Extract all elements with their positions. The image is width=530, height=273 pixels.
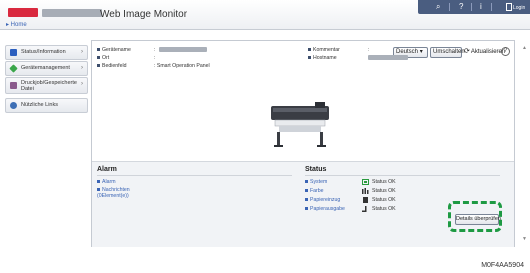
links-icon bbox=[10, 102, 17, 109]
refresh-icon: ⟳ bbox=[464, 48, 470, 55]
device-name-label: Gerätename bbox=[97, 47, 131, 53]
search-icon[interactable]: ⌕ bbox=[436, 1, 440, 13]
chevron-right-icon: › bbox=[81, 81, 83, 87]
paper-output-icon bbox=[362, 206, 367, 212]
messages-link[interactable]: Nachrichten (0Element(e)) bbox=[97, 187, 152, 199]
scroll-down-arrow-icon[interactable]: ▼ bbox=[522, 236, 527, 242]
login-icon bbox=[506, 2, 512, 11]
sidebar-item-label: Druckjob/Gespeicherte Datei bbox=[21, 80, 77, 92]
login-label: Login bbox=[513, 5, 526, 11]
top-toolbar: ⌕ ? i Login bbox=[418, 0, 530, 14]
sidebar-item-device-management[interactable]: Gerätemanagement › bbox=[5, 61, 88, 76]
device-name-separator: : bbox=[154, 47, 156, 53]
chevron-right-icon: › bbox=[81, 49, 83, 55]
bullet-icon bbox=[305, 189, 308, 193]
toolbar-divider bbox=[491, 3, 492, 11]
system-status-icon bbox=[362, 179, 369, 185]
status-row-color[interactable]: Farbe bbox=[305, 188, 324, 194]
brand-mark bbox=[8, 8, 38, 17]
status-title-underline bbox=[305, 175, 500, 176]
info-icon bbox=[10, 49, 17, 56]
bullet-icon bbox=[305, 198, 308, 202]
alarm-link[interactable]: Alarm bbox=[97, 179, 116, 185]
comment-value: : bbox=[368, 47, 370, 53]
highlight-callout bbox=[448, 201, 502, 232]
app-title: Web Image Monitor bbox=[100, 9, 188, 20]
sidebar: Status/Information › Gerätemanagement › … bbox=[5, 45, 88, 114]
toolbar-divider bbox=[449, 3, 450, 11]
bullet-icon bbox=[97, 64, 100, 68]
alarm-title: Alarm bbox=[97, 166, 117, 173]
comment-label: Kommentar bbox=[308, 47, 340, 53]
breadcrumb-home[interactable]: ▸ Home bbox=[6, 21, 27, 28]
panel-value: : Smart Operation Panel bbox=[154, 63, 210, 69]
refresh-button[interactable]: ⟳Aktualisieren bbox=[464, 47, 505, 58]
status-row-paper-output[interactable]: Papierausgabe bbox=[305, 206, 345, 212]
bullet-icon bbox=[305, 207, 308, 211]
bullet-icon bbox=[97, 48, 100, 52]
help-icon[interactable]: ? bbox=[501, 47, 510, 56]
status-system-value: Status OK bbox=[372, 179, 396, 185]
bullet-icon bbox=[97, 56, 100, 60]
panel-label: Bedienfeld bbox=[97, 63, 127, 69]
sidebar-item-label: Gerätemanagement bbox=[21, 65, 70, 71]
figure-code: M0F4AA5904 bbox=[481, 262, 524, 269]
sidebar-item-label: Nützliche Links bbox=[21, 102, 58, 108]
brand-model-text bbox=[42, 9, 102, 17]
paper-feed-icon bbox=[363, 197, 368, 203]
bullet-icon bbox=[97, 180, 100, 184]
alarm-title-underline bbox=[97, 175, 292, 176]
location-label: Ort bbox=[97, 55, 109, 61]
toolbar-divider bbox=[471, 3, 472, 11]
color-status-icon bbox=[362, 188, 369, 194]
bullet-icon bbox=[308, 48, 311, 52]
chevron-right-icon: › bbox=[81, 65, 83, 71]
hostname-label: Hostname bbox=[308, 55, 337, 61]
hostname-value bbox=[368, 55, 408, 60]
status-color-value: Status OK bbox=[372, 188, 396, 194]
status-row-system[interactable]: System bbox=[305, 179, 327, 185]
status-row-paper-feed[interactable]: Papiereinzug bbox=[305, 197, 340, 203]
info-icon[interactable]: i bbox=[480, 1, 482, 13]
device-name-value bbox=[159, 47, 207, 52]
device-management-icon bbox=[9, 64, 18, 73]
bullet-icon bbox=[308, 56, 311, 60]
scroll-up-arrow-icon[interactable]: ▲ bbox=[522, 45, 527, 51]
sidebar-item-label: Status/Information bbox=[21, 49, 66, 55]
sidebar-item-print-job[interactable]: Druckjob/Gespeicherte Datei › bbox=[5, 77, 88, 94]
sidebar-item-useful-links[interactable]: Nützliche Links bbox=[5, 98, 88, 113]
switch-button[interactable]: Umschalten bbox=[430, 47, 465, 58]
login-button[interactable]: Login bbox=[506, 1, 525, 14]
chevron-down-icon: ▾ bbox=[419, 49, 423, 55]
bullet-icon bbox=[97, 188, 100, 192]
help-icon[interactable]: ? bbox=[459, 1, 463, 13]
location-value: : bbox=[154, 55, 156, 61]
sidebar-item-status-information[interactable]: Status/Information › bbox=[5, 45, 88, 60]
print-job-icon bbox=[10, 82, 17, 89]
bullet-icon bbox=[305, 180, 308, 184]
status-paper-output-value: Status OK bbox=[372, 206, 396, 212]
status-title: Status bbox=[305, 166, 327, 173]
printer-image bbox=[271, 102, 329, 147]
status-paper-feed-value: Status OK bbox=[372, 197, 396, 203]
